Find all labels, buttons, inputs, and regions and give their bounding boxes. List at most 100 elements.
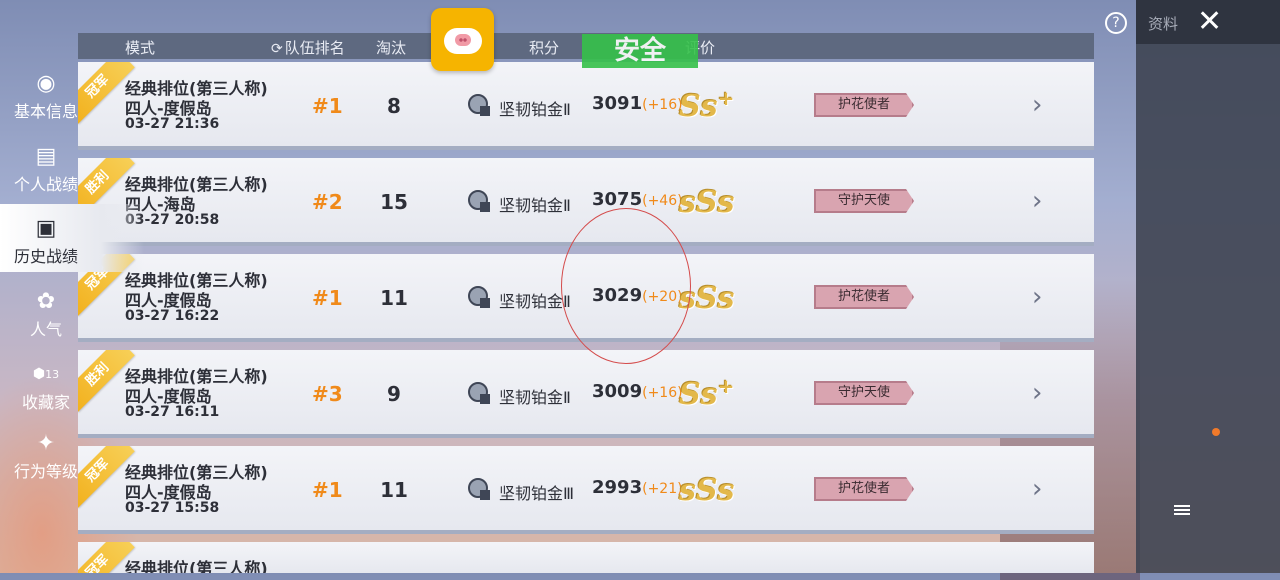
kills-count: 15: [380, 190, 408, 214]
grade-plus: +: [717, 374, 735, 398]
refresh-icon: ⟳: [271, 41, 283, 57]
score-delta: (+46): [642, 193, 683, 209]
chevron-right-icon[interactable]: ›: [1032, 378, 1042, 408]
tier-badge-icon: [468, 382, 490, 404]
sidebar-item-label: 历史战绩: [13, 247, 78, 266]
chevron-right-icon[interactable]: ›: [1032, 186, 1042, 216]
score-delta: (+16): [642, 97, 683, 113]
kills-count: 11: [380, 478, 408, 502]
score-value: 3075: [592, 189, 643, 210]
tier-badge-icon: [468, 94, 490, 116]
team-rank: #1: [312, 478, 343, 502]
score-delta: (+20): [642, 289, 683, 305]
tier-label: 坚韧铂金Ⅲ: [499, 484, 575, 503]
sidebar-item-behavior-level[interactable]: ✦ 行为等级: [0, 432, 92, 482]
collector-icon: ⬢13: [32, 366, 60, 382]
tier-badge-icon: [468, 190, 490, 212]
honor-title: 守护天使: [814, 381, 914, 405]
match-row[interactable]: 冠军 经典排位(第三人称) 四人-度假岛 03-27 21:36 #1 8 坚韧…: [78, 62, 1094, 150]
grade-text: sSs: [679, 473, 735, 508]
header-eliminations: 淘汰: [376, 39, 407, 57]
chevron-right-icon[interactable]: ›: [1032, 90, 1042, 120]
team-rank: #2: [312, 190, 343, 214]
header-team-rank[interactable]: ⟳ 队伍排名: [271, 37, 345, 58]
match-time: 03-27 21:36: [125, 116, 220, 132]
grade-text: sSs: [679, 185, 735, 220]
score-value: 3029: [592, 285, 643, 306]
score: 3091(+16): [592, 93, 683, 114]
grade-text: Ss: [679, 377, 718, 412]
safe-badge: 安全: [582, 34, 698, 68]
collector-badge-count: 13: [45, 368, 60, 381]
tier-label: 坚韧铂金Ⅱ: [499, 292, 571, 311]
grade-text: sSs: [679, 281, 735, 316]
sidebar-item-collector[interactable]: ⬢13 收藏家: [0, 362, 92, 413]
score-value: 3009: [592, 381, 643, 402]
sidebar-item-basic-info[interactable]: ◉ 基本信息: [0, 72, 92, 122]
tier-badge-icon: [468, 478, 490, 500]
sidebar-item-popularity[interactable]: ✿ 人气: [0, 290, 92, 340]
score: 3075(+46): [592, 189, 683, 210]
grade-plus: +: [717, 86, 735, 110]
behavior-icon: ✦: [36, 431, 56, 456]
match-time: 03-27 15:58: [125, 500, 220, 516]
top-right-label: 资料: [1148, 15, 1179, 33]
header-team-rank-label: 队伍排名: [284, 39, 345, 57]
score: 3009(+16): [592, 381, 683, 402]
kills-count: 9: [387, 382, 401, 406]
score-delta: (+16): [642, 385, 683, 401]
score: 3029(+20): [592, 285, 683, 306]
popularity-icon: ✿: [36, 289, 56, 314]
sidebar-item-label: 行为等级: [13, 462, 78, 481]
honor-title: 护花使者: [814, 477, 914, 501]
sidebar-item-label: 人气: [29, 320, 62, 339]
honor-title: 护花使者: [814, 285, 914, 309]
close-icon[interactable]: ✕: [1197, 4, 1222, 39]
sidebar-item-label: 个人战绩: [13, 175, 78, 194]
tier-label: 坚韧铂金Ⅱ: [499, 100, 571, 119]
score-delta: (+21): [642, 481, 683, 497]
kills-count: 8: [387, 94, 401, 118]
sidebar: [1136, 44, 1280, 573]
rating-grade: sSs: [679, 182, 734, 220]
score: 2993(+21): [592, 477, 683, 498]
stats-icon: ▤: [35, 144, 57, 169]
profile-icon: ◉: [36, 71, 56, 96]
tier-label: 坚韧铂金Ⅱ: [499, 196, 571, 215]
history-icon: ▣: [35, 216, 57, 241]
menu-icon[interactable]: [1174, 505, 1190, 515]
match-row[interactable]: 胜利 经典排位(第三人称) 四人-海岛 03-27 20:58 #2 15 坚韧…: [78, 158, 1094, 246]
sidebar-item-match-history[interactable]: ▣ 历史战绩: [0, 204, 144, 272]
sidebar-item-label: 收藏家: [21, 393, 70, 412]
tier-label: 坚韧铂金Ⅱ: [499, 388, 571, 407]
match-row[interactable]: 冠军 经典排位(第三人称) 四人-度假岛 03-27 15:58 #1 11 坚…: [78, 446, 1094, 534]
match-row[interactable]: 冠军 经典排位(第三人称) 四人-度假岛 03-27 16:22 #1 11 坚…: [78, 254, 1094, 342]
match-row[interactable]: 胜利 经典排位(第三人称) 四人-度假岛 03-27 16:11 #3 9 坚韧…: [78, 350, 1094, 438]
team-rank: #1: [312, 94, 343, 118]
grade-text: Ss: [679, 89, 718, 124]
kills-count: 11: [380, 286, 408, 310]
sidebar-item-personal-stats[interactable]: ▤ 个人战绩: [0, 145, 92, 195]
match-row-partial[interactable]: 冠军 经典排位(第三人称): [78, 542, 1094, 573]
rating-grade: sSs: [679, 470, 734, 508]
rating-grade: Ss+: [679, 374, 734, 412]
match-mode: 经典排位(第三人称): [125, 559, 268, 573]
rating-grade: Ss+: [679, 86, 734, 124]
team-rank: #1: [312, 286, 343, 310]
header-mode: 模式: [125, 39, 156, 57]
team-rank: #3: [312, 382, 343, 406]
honor-title: 守护天使: [814, 189, 914, 213]
score-value: 3091: [592, 93, 643, 114]
chevron-right-icon[interactable]: ›: [1032, 474, 1042, 504]
score-value: 2993: [592, 477, 643, 498]
sidebar-item-label: 基本信息: [13, 102, 78, 121]
pig-logo-icon: [444, 28, 482, 54]
app-overlay-icon[interactable]: [431, 8, 494, 71]
honor-title: 护花使者: [814, 93, 914, 117]
help-icon[interactable]: ?: [1105, 12, 1127, 34]
notification-dot: [1212, 428, 1220, 436]
rating-grade: sSs: [679, 278, 734, 316]
chevron-right-icon[interactable]: ›: [1032, 282, 1042, 312]
tier-badge-icon: [468, 286, 490, 308]
match-time: 03-27 16:22: [125, 308, 220, 324]
